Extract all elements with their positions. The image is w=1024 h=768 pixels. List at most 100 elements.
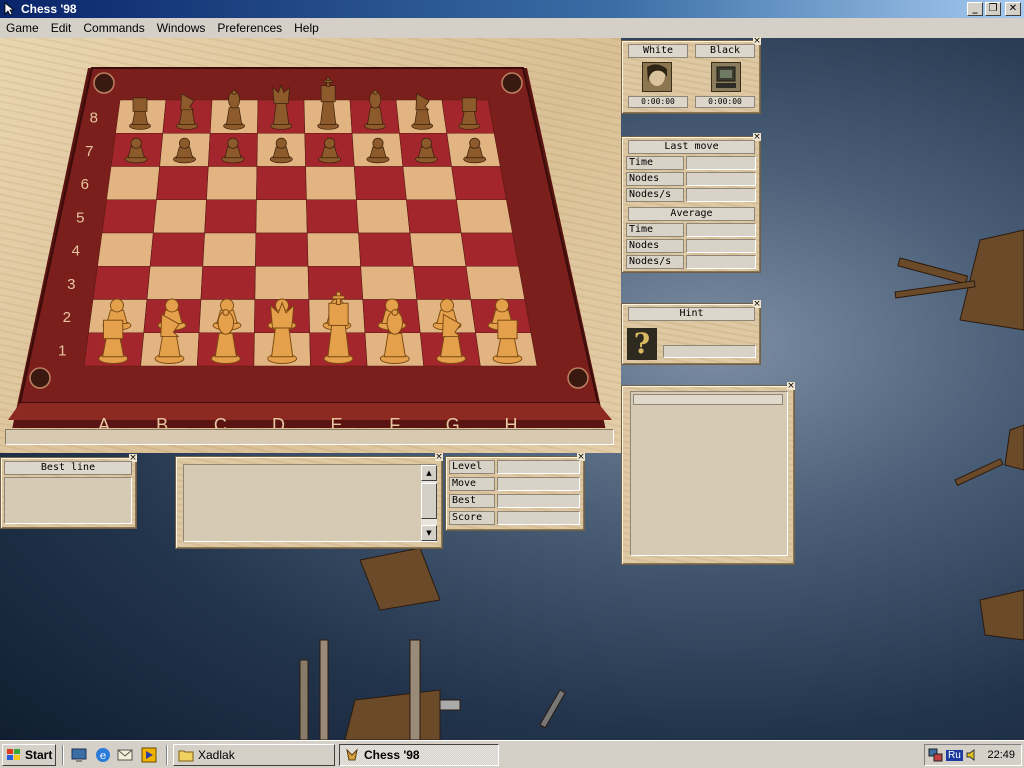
last-move-time-value <box>686 156 756 170</box>
network-icon[interactable] <box>928 747 944 763</box>
rank-label: 4 <box>72 243 80 260</box>
board-square[interactable] <box>409 232 467 267</box>
average-nodes-value <box>686 239 756 253</box>
last-move-nodes-per-sec-label: Nodes/s <box>626 188 684 202</box>
move-value <box>497 477 580 491</box>
close-icon[interactable]: × <box>435 453 443 462</box>
average-time-value <box>686 223 756 237</box>
board-square[interactable] <box>97 232 154 267</box>
scroll-down-icon[interactable]: ▼ <box>421 525 437 541</box>
move-label: Move <box>449 477 495 491</box>
task-label: Chess '98 <box>364 748 420 762</box>
board-square[interactable] <box>402 166 457 201</box>
status-bar <box>5 429 614 445</box>
players-panel: × White Black 0:00:00 0:00:00 <box>621 37 761 114</box>
board-square[interactable] <box>255 232 309 267</box>
file-label: F <box>389 415 400 428</box>
board-square[interactable] <box>406 199 462 234</box>
hint-header: Hint <box>628 307 755 321</box>
file-label: A <box>98 415 110 428</box>
board-square[interactable] <box>305 166 357 201</box>
board-square[interactable] <box>256 166 307 201</box>
tray-clock[interactable]: 22:49 <box>987 749 1015 761</box>
board-square[interactable] <box>456 199 513 234</box>
task-button-chess[interactable]: Chess '98 <box>339 744 499 766</box>
best-line-content <box>4 477 132 524</box>
board-square[interactable] <box>356 199 411 234</box>
close-icon[interactable]: × <box>787 382 795 391</box>
board-square[interactable] <box>106 166 160 201</box>
board-square[interactable] <box>465 265 526 300</box>
board-square[interactable] <box>451 166 507 201</box>
file-label: C <box>214 415 227 428</box>
board-square[interactable] <box>204 199 257 234</box>
board-square[interactable] <box>156 166 209 201</box>
media-player-icon[interactable] <box>140 746 158 764</box>
board-square[interactable] <box>307 265 364 300</box>
board-square[interactable] <box>101 199 157 234</box>
task-button-xadlak[interactable]: Xadlak <box>173 744 335 766</box>
board-square[interactable] <box>360 265 418 300</box>
board-square[interactable] <box>152 199 207 234</box>
log-scrollbar[interactable]: ▲ ▼ <box>421 465 437 541</box>
best-line-header: Best line <box>4 461 132 475</box>
white-player-avatar[interactable] <box>642 62 672 92</box>
rank-label: 2 <box>63 309 71 326</box>
score-value <box>497 511 580 525</box>
scroll-up-icon[interactable]: ▲ <box>421 465 437 481</box>
black-player-avatar[interactable] <box>711 62 741 92</box>
log-text-area[interactable]: ▲ ▼ <box>183 464 437 542</box>
board-square[interactable] <box>202 232 257 267</box>
move-list[interactable] <box>630 391 788 556</box>
black-label: Black <box>695 44 755 58</box>
board-square[interactable] <box>306 199 359 234</box>
board-square[interactable] <box>149 232 205 267</box>
average-nodes-per-sec-label: Nodes/s <box>626 255 684 269</box>
search-info-panel: × Level Move Best Score <box>445 453 585 531</box>
hint-question-icon[interactable]: ? <box>627 328 657 360</box>
rank-label: 7 <box>85 143 93 160</box>
volume-icon[interactable] <box>965 748 979 762</box>
white-clock: 0:00:00 <box>628 96 688 108</box>
board-square[interactable] <box>206 166 258 201</box>
average-time-label: Time <box>626 223 684 237</box>
corner-rosette-icon <box>567 367 589 389</box>
hint-panel: × Hint ? <box>621 300 761 365</box>
rank-label: 6 <box>81 176 89 193</box>
scroll-thumb[interactable] <box>421 483 437 519</box>
board-square[interactable] <box>255 199 308 234</box>
task-label: Xadlak <box>198 748 235 762</box>
level-label: Level <box>449 460 495 474</box>
board-square[interactable] <box>200 265 256 300</box>
board-square[interactable] <box>306 232 362 267</box>
internet-explorer-icon[interactable]: e <box>94 746 112 764</box>
average-nodes-per-sec-value <box>686 255 756 269</box>
white-label: White <box>628 44 688 58</box>
board-window: A B C D E F G H 1 2 3 4 5 6 7 8 <box>0 38 621 453</box>
board-square[interactable] <box>146 265 204 300</box>
average-header: Average <box>628 207 755 221</box>
corner-rosette-icon <box>93 72 115 94</box>
board-square[interactable] <box>92 265 151 300</box>
rank-label: 3 <box>67 276 75 293</box>
statistics-panel: × Last move Time Nodes Nodes/s Average T… <box>621 133 761 273</box>
language-indicator[interactable]: Ru <box>946 749 963 761</box>
hint-value <box>663 345 756 358</box>
board-square[interactable] <box>460 232 519 267</box>
last-move-time-label: Time <box>626 156 684 170</box>
chess-board[interactable]: A B C D E F G H 1 2 3 4 5 6 7 8 <box>0 38 621 428</box>
board-square[interactable] <box>254 265 310 300</box>
start-button[interactable]: Start <box>2 744 56 766</box>
svg-text:e: e <box>100 749 107 762</box>
taskbar-separator <box>62 745 64 765</box>
board-square[interactable] <box>353 166 407 201</box>
outlook-express-icon[interactable] <box>116 746 134 764</box>
show-desktop-icon[interactable] <box>70 746 88 764</box>
start-label: Start <box>25 748 53 762</box>
last-move-nodes-per-sec-value <box>686 188 756 202</box>
board-square[interactable] <box>358 232 414 267</box>
move-list-item[interactable] <box>633 394 783 405</box>
board-square[interactable] <box>413 265 472 300</box>
best-line-panel: × Best line <box>0 454 137 529</box>
windows-logo-icon <box>7 749 20 760</box>
